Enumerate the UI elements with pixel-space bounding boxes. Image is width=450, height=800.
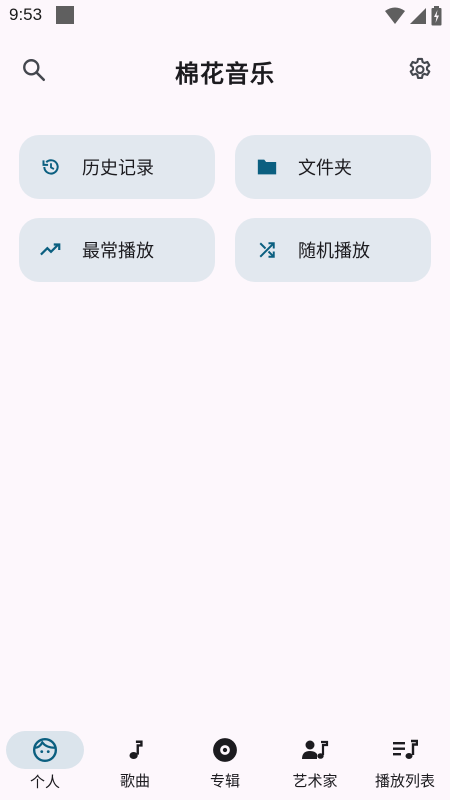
history-label: 历史记录 (82, 158, 154, 179)
shuffle-label: 随机播放 (298, 241, 370, 262)
status-icons (385, 6, 442, 30)
playlist-icon (393, 739, 418, 759)
artist-icon (302, 740, 329, 759)
app-bar: 棉花音乐 (0, 40, 450, 100)
nav-item-songs[interactable]: 歌曲 (90, 730, 180, 800)
cellular-icon (409, 7, 427, 29)
music-note-icon (129, 740, 143, 759)
folder-button[interactable]: 文件夹 (235, 135, 431, 199)
nav-label-playlists: 播放列表 (374, 772, 435, 790)
page-title: 棉花音乐 (175, 60, 275, 88)
wifi-icon (385, 7, 405, 29)
album-icon (213, 738, 237, 762)
settings-button[interactable] (400, 50, 440, 90)
nav-item-playlists[interactable]: 播放列表 (360, 730, 450, 800)
gear-icon (409, 57, 431, 79)
battery-charging-icon (431, 6, 442, 30)
history-icon (40, 156, 62, 178)
nav-label-personal: 个人 (29, 773, 60, 791)
nav-label-albums: 专辑 (209, 772, 240, 790)
status-time: 9:53 (9, 5, 43, 24)
nav-item-personal[interactable]: 个人 (0, 730, 90, 800)
nav-label-artists: 艺术家 (292, 772, 338, 790)
nav-item-albums[interactable]: 专辑 (180, 730, 270, 800)
screen: 9:53 棉花音乐 历史记录 文件夹 最常播放 随机播放 个人 歌曲 专辑 艺术… (0, 0, 450, 800)
face-icon (32, 737, 58, 763)
most-played-label: 最常播放 (82, 241, 154, 262)
status-bar: 9:53 (0, 0, 450, 32)
bottom-navigation: 个人 歌曲 专辑 艺术家 播放列表 (0, 730, 450, 800)
history-button[interactable]: 历史记录 (19, 135, 215, 199)
most-played-button[interactable]: 最常播放 (19, 218, 215, 282)
folder-icon (256, 156, 278, 178)
shuffle-button[interactable]: 随机播放 (235, 218, 431, 282)
nav-active-indicator (6, 731, 84, 769)
nav-item-artists[interactable]: 艺术家 (270, 730, 360, 800)
nav-label-songs: 歌曲 (119, 772, 150, 790)
folder-label: 文件夹 (298, 158, 352, 179)
notification-icon (56, 6, 74, 24)
trending-up-icon (40, 239, 62, 261)
quick-actions-grid: 历史记录 文件夹 最常播放 随机播放 (19, 135, 431, 282)
shuffle-icon (256, 239, 278, 261)
